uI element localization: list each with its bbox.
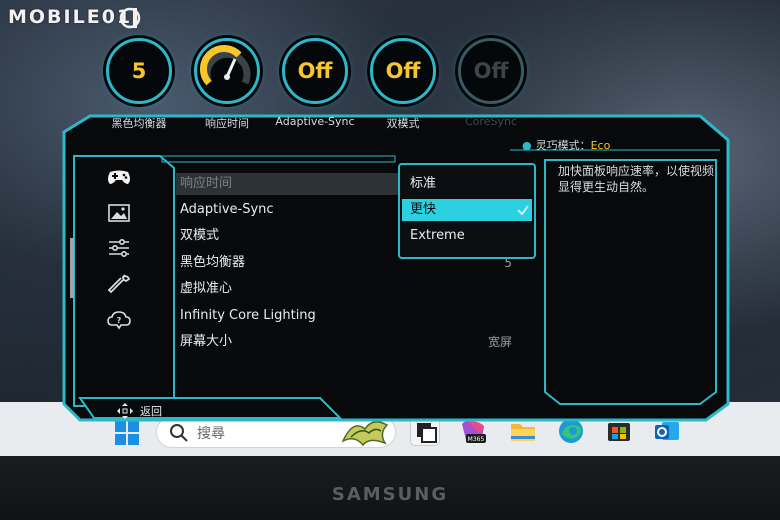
search-icon: [170, 424, 188, 442]
back-label: 返回: [140, 405, 162, 418]
windows-start-icon[interactable]: [114, 420, 140, 446]
picture-icon[interactable]: [106, 202, 132, 224]
cloud-help-icon[interactable]: ?: [106, 309, 132, 331]
brand-logo: SAMSUNG: [331, 484, 449, 505]
menu-item-value: 宽屏: [487, 335, 512, 349]
taskbar-edge-icon[interactable]: [556, 416, 586, 446]
speedometer-icon: [200, 45, 251, 86]
status-value: Eco: [590, 139, 611, 152]
wrench-icon[interactable]: [106, 273, 132, 295]
svg-text:?: ?: [117, 316, 122, 325]
menu-item-infinity-core-lighting[interactable]: Infinity Core Lighting: [176, 305, 516, 327]
option-description: 加快面板响应速率，以使视频显得更生动自然。: [558, 164, 715, 194]
dropdown-option-standard[interactable]: 标准: [402, 173, 532, 195]
gauge-value: Off: [473, 59, 509, 83]
response-time-dropdown: 标准 更快 Extreme: [398, 163, 536, 259]
status-dot-icon: ●: [522, 139, 532, 152]
menu-item-label: 虚拟准心: [180, 281, 233, 296]
black-equalizer-gauge[interactable]: 5: [106, 38, 172, 104]
sliders-icon[interactable]: [106, 237, 132, 259]
menu-item-screen-size[interactable]: 屏幕大小 宽屏: [176, 331, 516, 353]
dropdown-option-label: 标准: [410, 176, 437, 191]
gauge-value: Off: [297, 59, 333, 83]
menu-item-label: 响应时间: [180, 176, 233, 191]
taskbar-outlook-icon[interactable]: [652, 416, 682, 446]
dropdown-option-extreme[interactable]: Extreme: [402, 225, 532, 247]
search-highlight-art-icon: [341, 421, 389, 447]
watermark-logo: MOBILE01: [8, 6, 133, 28]
dpad-icon: [117, 403, 133, 419]
menu-item-label: 黑色均衡器: [180, 255, 246, 270]
svg-text:M365: M365: [468, 436, 485, 443]
taskbar-search-box[interactable]: 搜尋: [156, 416, 396, 448]
gauge-label: 双模式: [386, 117, 420, 130]
dropdown-option-faster[interactable]: 更快: [402, 199, 532, 221]
gauge-label: Adaptive-Sync: [275, 115, 355, 128]
check-icon: [517, 205, 529, 216]
gauge-label: 响应时间: [205, 117, 249, 130]
menu-item-label: 双模式: [180, 228, 220, 243]
gauge-label: 黑色均衡器: [111, 117, 167, 130]
menu-item-virtual-aim-point[interactable]: 虚拟准心: [176, 278, 516, 300]
smart-mode-status: ● 灵巧模式：Eco: [522, 137, 610, 153]
status-label: 灵巧模式：: [535, 139, 591, 152]
gauge-value: 5: [131, 59, 147, 83]
taskbar-taskview-icon[interactable]: [410, 416, 440, 446]
back-button[interactable]: 返回: [116, 402, 162, 420]
adaptive-sync-gauge[interactable]: Off: [282, 38, 348, 104]
menu-item-label: 屏幕大小: [180, 334, 233, 349]
dual-mode-gauge[interactable]: Off: [370, 38, 436, 104]
taskbar-file-explorer-icon[interactable]: [508, 416, 538, 446]
dropdown-option-label: Extreme: [410, 228, 465, 243]
search-placeholder: 搜尋: [197, 426, 225, 442]
dropdown-option-label: 更快: [410, 202, 437, 217]
taskbar-store-icon[interactable]: [604, 416, 634, 446]
coresync-gauge: Off: [458, 38, 524, 104]
gauge-label: CoreSync: [465, 115, 517, 128]
taskbar-m365-icon[interactable]: M365: [458, 416, 488, 446]
gamepad-icon[interactable]: [106, 166, 132, 188]
menu-item-label: Adaptive-Sync: [180, 202, 274, 217]
gauge-value: Off: [385, 59, 421, 83]
menu-item-label: Infinity Core Lighting: [180, 308, 316, 323]
response-time-gauge[interactable]: [194, 38, 260, 104]
mobile01-emblem-icon: [119, 7, 141, 29]
